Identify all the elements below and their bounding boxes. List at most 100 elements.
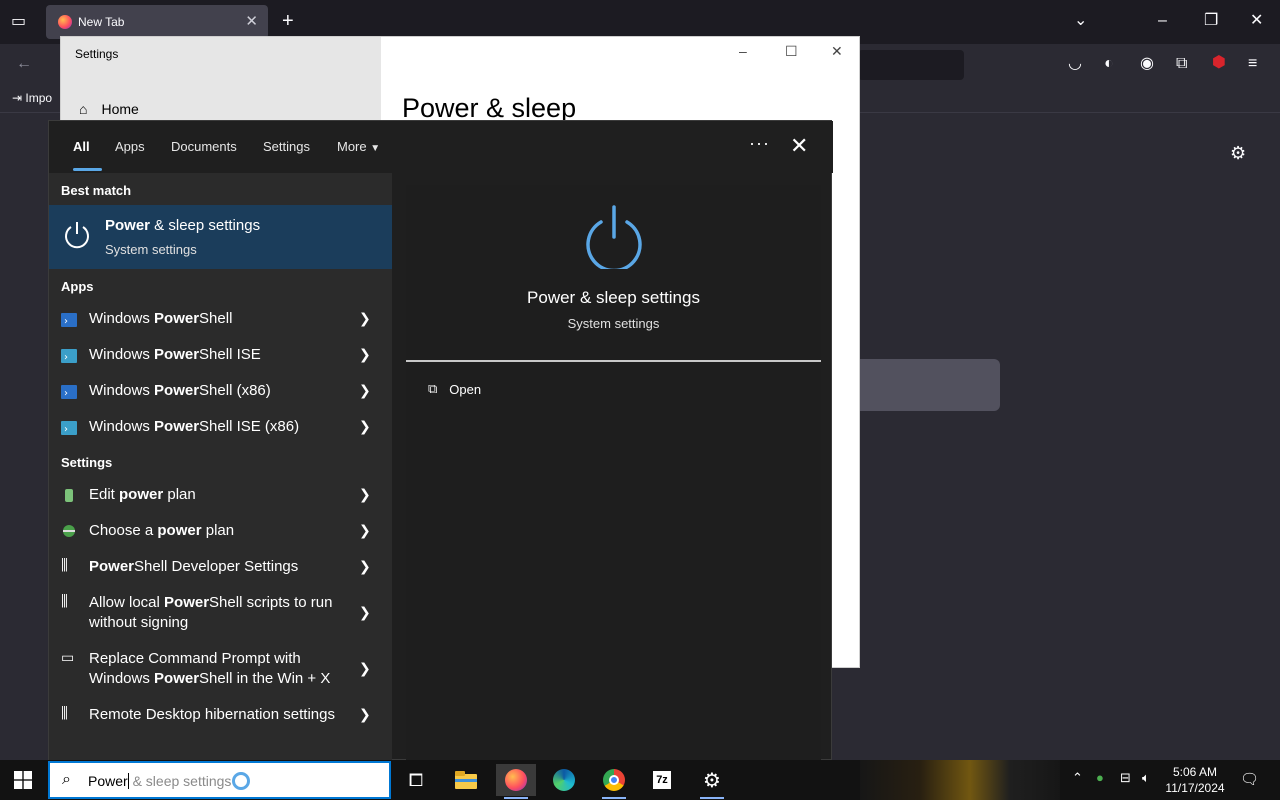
best-match-subtitle: System settings <box>105 242 197 257</box>
minimize-icon[interactable]: – <box>739 43 747 59</box>
setting-result-label: Replace Command Prompt with Windows Powe… <box>89 650 331 687</box>
setting-result-label: Allow local PowerShell scripts to run wi… <box>89 594 333 631</box>
account-icon[interactable]: ◉ <box>1140 56 1154 72</box>
file-explorer-icon[interactable] <box>446 764 486 796</box>
clock-date: 11/17/2024 <box>1165 781 1225 795</box>
app-result-powershell-ise-x86[interactable]: › Windows PowerShell ISE (x86) ❯ <box>49 417 392 453</box>
menu-icon[interactable]: ≡ <box>1248 56 1257 72</box>
open-action-label: Open <box>449 381 482 397</box>
settings-nav-home[interactable]: ⌂ Home <box>79 101 139 117</box>
app-result-powershell[interactable]: › Windows PowerShell ❯ <box>49 309 392 345</box>
chevron-right-icon[interactable]: ❯ <box>359 346 371 363</box>
task-view-icon[interactable]: ⧠ <box>396 764 436 796</box>
extensions-icon[interactable]: ⧉ <box>1176 56 1187 72</box>
tab-documents[interactable]: Documents <box>171 139 237 154</box>
setting-result-replace-command-prompt[interactable]: ▭ Replace Command Prompt with Windows Po… <box>49 649 392 705</box>
close-tab-icon[interactable]: ✕ <box>245 12 258 30</box>
search-icon: ⌕ <box>62 771 71 788</box>
taskbar-settings-icon: ▭ <box>61 649 75 665</box>
search-filter-tabs: All Apps Documents Settings More ▼ ··· ✕ <box>49 121 833 173</box>
battery-icon <box>65 489 73 502</box>
home-icon: ⌂ <box>79 101 88 117</box>
close-icon[interactable]: ✕ <box>831 43 843 60</box>
app-result-label: Windows PowerShell ISE (x86) <box>89 418 300 435</box>
back-icon[interactable]: ← <box>16 56 32 72</box>
app-result-powershell-ise[interactable]: › Windows PowerShell ISE ❯ <box>49 345 392 381</box>
url-bar[interactable] <box>858 50 964 80</box>
chevron-right-icon[interactable]: ❯ <box>359 418 371 435</box>
powershell-icon: › <box>61 385 77 399</box>
tab-apps[interactable]: Apps <box>115 139 145 154</box>
app-result-label: Windows PowerShell ISE <box>89 346 261 363</box>
powershell-icon: › <box>61 313 77 327</box>
setting-result-edit-power-plan[interactable]: Edit power plan ❯ <box>49 485 392 521</box>
browser-tab[interactable]: New Tab ✕ <box>46 5 268 39</box>
new-tab-icon[interactable]: + <box>282 11 294 31</box>
restore-icon[interactable]: ❐ <box>1204 13 1218 29</box>
close-icon[interactable]: ✕ <box>790 133 808 159</box>
chevron-right-icon[interactable]: ❯ <box>359 522 371 539</box>
settings-taskbar-icon[interactable]: ⚙ <box>692 764 732 799</box>
setting-result-allow-scripts[interactable]: ⫼ Allow local PowerShell scripts to run … <box>49 593 392 649</box>
best-match-result[interactable]: Power & sleep settings System settings <box>49 205 392 269</box>
preview-header: Power & sleep settings System settings <box>406 185 821 361</box>
edge-icon[interactable] <box>544 764 584 796</box>
chevron-right-icon[interactable]: ❯ <box>359 558 371 575</box>
chevron-right-icon[interactable]: ❯ <box>359 382 371 399</box>
newtab-search-box[interactable] <box>850 359 1000 411</box>
best-match-header: Best match <box>61 183 132 198</box>
svg-text:›: › <box>64 352 68 363</box>
tab-list-icon[interactable]: ▭ <box>11 14 26 30</box>
import-bookmarks-link[interactable]: ⇥ Impo <box>12 91 52 105</box>
tab-more[interactable]: More ▼ <box>337 139 380 154</box>
power-icon <box>586 205 642 269</box>
open-action[interactable]: ⧉ Open <box>428 381 481 397</box>
taskbar-search-input[interactable]: ⌕ Power & sleep settings <box>48 761 391 799</box>
taskbar-clock[interactable]: 5:06 AM 11/17/2024 <box>1160 764 1230 796</box>
chevron-right-icon[interactable]: ❯ <box>359 660 371 677</box>
svg-text:›: › <box>64 424 68 435</box>
results-list: Best match Power & sleep settings System… <box>49 173 392 761</box>
chevron-up-icon[interactable]: ⌃ <box>1072 770 1083 786</box>
app-result-powershell-x86[interactable]: › Windows PowerShell (x86) ❯ <box>49 381 392 417</box>
chrome-icon[interactable] <box>594 764 634 799</box>
settings-header: Settings <box>61 455 113 470</box>
more-options-icon[interactable]: ··· <box>749 133 770 154</box>
svg-text:›: › <box>64 316 68 327</box>
tab-more-label: More <box>337 139 367 154</box>
gear-icon[interactable]: ⚙ <box>1230 144 1246 162</box>
tab-settings[interactable]: Settings <box>263 139 310 154</box>
settings-nav-home-label: Home <box>101 101 139 117</box>
chevron-right-icon[interactable]: ❯ <box>359 310 371 327</box>
7zip-icon[interactable]: 7z <box>642 764 682 796</box>
user-icon[interactable]: ● <box>1096 770 1104 785</box>
tab-all[interactable]: All <box>73 139 90 154</box>
setting-result-choose-power-plan[interactable]: Choose a power plan ❯ <box>49 521 392 557</box>
cortana-icon[interactable] <box>232 772 250 790</box>
dark-reader-icon[interactable]: ◐ <box>1104 56 1114 72</box>
powershell-ise-icon: › <box>61 349 77 363</box>
setting-result-label: PowerShell Developer Settings <box>89 558 299 575</box>
setting-result-powershell-developer[interactable]: ⫼ PowerShell Developer Settings ❯ <box>49 557 392 593</box>
chevron-right-icon[interactable]: ❯ <box>359 486 371 503</box>
chevron-down-icon[interactable]: ⌄ <box>1074 13 1087 29</box>
windows-start-icon[interactable] <box>14 771 32 789</box>
apps-header: Apps <box>61 279 94 294</box>
chevron-right-icon[interactable]: ❯ <box>359 706 371 723</box>
chevron-right-icon[interactable]: ❯ <box>359 604 371 621</box>
setting-result-remote-desktop[interactable]: ⫼ Remote Desktop hibernation settings ❯ <box>49 705 392 741</box>
maximize-icon[interactable]: ☐ <box>785 43 798 60</box>
search-flyout: All Apps Documents Settings More ▼ ··· ✕… <box>48 120 833 761</box>
app-result-label: Windows PowerShell <box>89 310 233 327</box>
close-window-icon[interactable]: ✕ <box>1250 13 1263 29</box>
pocket-icon[interactable]: ◡ <box>1068 56 1082 72</box>
browser-tab-title: New Tab <box>78 15 125 29</box>
power-plan-icon <box>63 525 75 537</box>
volume-icon[interactable]: 🔈︎ <box>1142 770 1150 786</box>
preview-subtitle: System settings <box>567 316 660 331</box>
ublock-icon[interactable]: ⬢ <box>1212 55 1226 71</box>
minimize-icon[interactable]: – <box>1158 13 1167 29</box>
firefox-taskbar-icon[interactable] <box>496 764 536 799</box>
network-icon[interactable]: ⊟ <box>1120 770 1131 786</box>
notification-icon[interactable]: 🗨︎ <box>1240 770 1259 788</box>
